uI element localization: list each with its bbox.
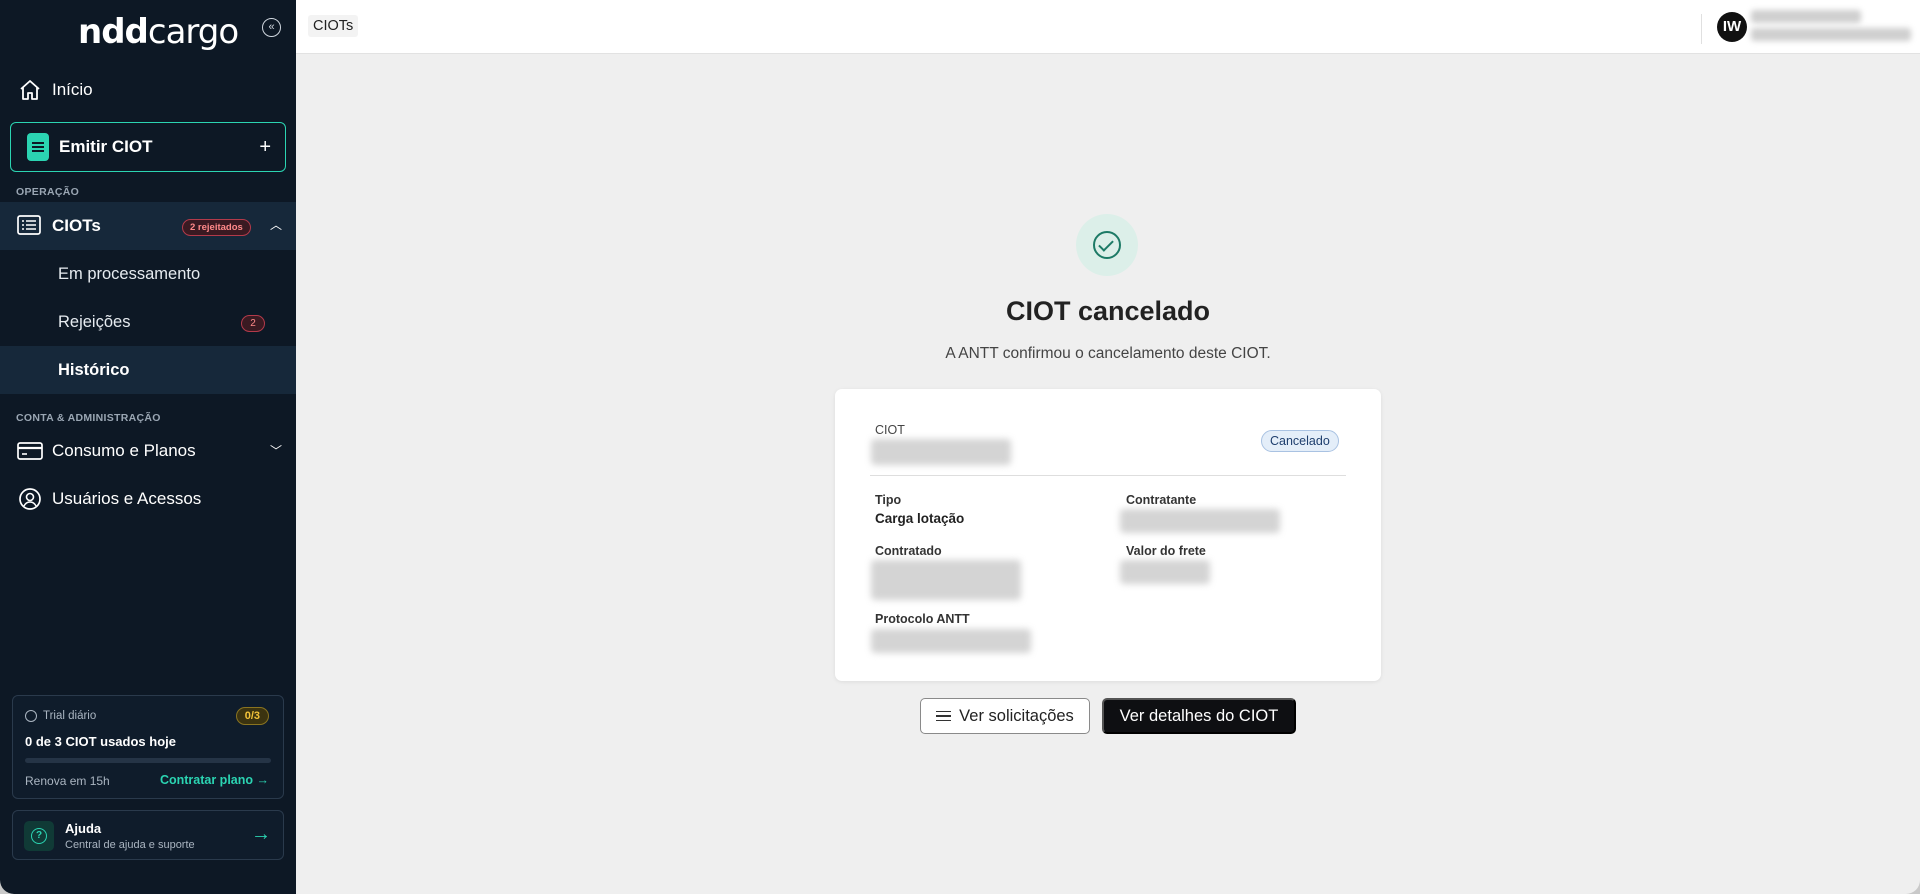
sidebar-item-usuarios-acessos[interactable]: Usuários e Acessos — [0, 476, 296, 522]
ciot-summary-card: CIOT Cancelado Tipo Carga lotação Contra… — [835, 389, 1381, 681]
clock-icon — [25, 710, 37, 722]
sidebar-item-label: Consumo e Planos — [52, 441, 196, 460]
app-window: nddcargo « Início Emitir CIOT + OPERAÇÃO… — [0, 0, 1920, 894]
rejections-count-badge: 2 — [241, 315, 265, 332]
view-ciot-details-button[interactable]: Ver detalhes do CIOT — [1102, 698, 1296, 734]
emit-ciot-label: Emitir CIOT — [59, 137, 153, 156]
contract-plan-link[interactable]: Contratar plano → — [160, 773, 269, 787]
sidebar-item-label: Rejeições — [58, 313, 131, 331]
trial-renew-text: Renova em 15h — [25, 774, 110, 788]
breadcrumb[interactable]: CIOTs — [308, 15, 359, 37]
sidebar-item-label: Início — [52, 80, 93, 99]
help-card[interactable]: ? Ajuda Central de ajuda e suporte → — [12, 810, 284, 860]
sidebar: nddcargo « Início Emitir CIOT + OPERAÇÃO… — [0, 0, 296, 894]
sidebar-item-em-processamento[interactable]: Em processamento — [0, 250, 296, 298]
home-icon — [17, 77, 43, 103]
arrow-right-icon: → — [251, 823, 271, 845]
card-divider — [870, 475, 1346, 476]
sidebar-item-rejeicoes[interactable]: Rejeições 2 — [0, 298, 296, 346]
check-circle-icon — [1076, 214, 1138, 276]
contratado-value-redacted — [871, 560, 1021, 600]
ciot-number-redacted — [871, 439, 1011, 465]
avatar[interactable]: IW — [1717, 12, 1747, 42]
page-title: CIOT cancelado — [1005, 296, 1211, 326]
chevron-down-icon[interactable]: ﹀ — [270, 442, 282, 459]
contratante-label: Contratante — [1126, 493, 1197, 507]
valor-frete-label: Valor do frete — [1126, 544, 1206, 558]
tipo-label: Tipo — [875, 493, 902, 507]
trial-usage-badge: 0/3 — [235, 707, 269, 725]
rejected-badge: 2 rejeitados — [182, 219, 251, 236]
sidebar-item-label: CIOTs — [52, 216, 101, 235]
credit-card-icon — [17, 438, 43, 464]
ciot-label: CIOT — [875, 423, 905, 437]
nddcargo-logo[interactable]: nddcargo — [78, 12, 239, 52]
protocolo-value-redacted — [871, 629, 1031, 653]
view-requests-button[interactable]: Ver solicitações — [920, 698, 1090, 734]
section-title-conta: CONTA & ADMINISTRAÇÃO — [16, 412, 161, 424]
contratante-value-redacted — [1120, 509, 1280, 533]
user-info-redacted[interactable] — [1751, 10, 1911, 44]
sidebar-item-label: Usuários e Acessos — [52, 489, 202, 508]
emit-ciot-button[interactable]: Emitir CIOT + — [10, 122, 286, 172]
help-subtitle: Central de ajuda e suporte — [65, 839, 195, 851]
protocolo-label: Protocolo ANTT — [875, 612, 970, 626]
topbar-divider — [1701, 14, 1702, 44]
help-title: Ajuda — [65, 821, 102, 836]
chevron-up-icon[interactable]: ︿ — [270, 216, 282, 233]
list-icon — [936, 710, 952, 722]
section-title-operacao: OPERAÇÃO — [16, 186, 80, 198]
page-subtitle: A ANTT confirmou o cancelamento deste CI… — [945, 345, 1271, 362]
view-requests-label: Ver solicitações — [959, 706, 1074, 725]
list-icon — [17, 214, 41, 241]
plus-icon: + — [259, 135, 271, 158]
status-badge: Cancelado — [1261, 430, 1339, 452]
trial-usage-text: 0 de 3 CIOT usados hoje — [25, 734, 176, 749]
tipo-value: Carga lotação — [875, 511, 965, 526]
sidebar-item-consumo-planos[interactable]: Consumo e Planos ﹀ — [0, 428, 296, 474]
sidebar-item-label: Em processamento — [58, 265, 201, 283]
top-bar: CIOTs IW — [296, 0, 1920, 54]
help-icon: ? — [24, 821, 54, 851]
sidebar-item-label: Histórico — [58, 361, 130, 379]
user-circle-icon — [17, 486, 43, 512]
document-icon — [27, 133, 49, 161]
trial-title: Trial diário — [43, 710, 97, 722]
collapse-sidebar-icon[interactable]: « — [262, 18, 281, 37]
contratado-label: Contratado — [875, 544, 942, 558]
valor-frete-value-redacted — [1120, 560, 1210, 584]
sidebar-item-ciots[interactable]: CIOTs 2 rejeitados ︿ — [0, 202, 296, 250]
trial-progress-bar — [25, 758, 271, 763]
sidebar-item-historico[interactable]: Histórico — [0, 346, 296, 394]
sidebar-item-inicio[interactable]: Início — [0, 67, 296, 113]
trial-panel: Trial diário 0/3 0 de 3 CIOT usados hoje… — [12, 695, 284, 799]
